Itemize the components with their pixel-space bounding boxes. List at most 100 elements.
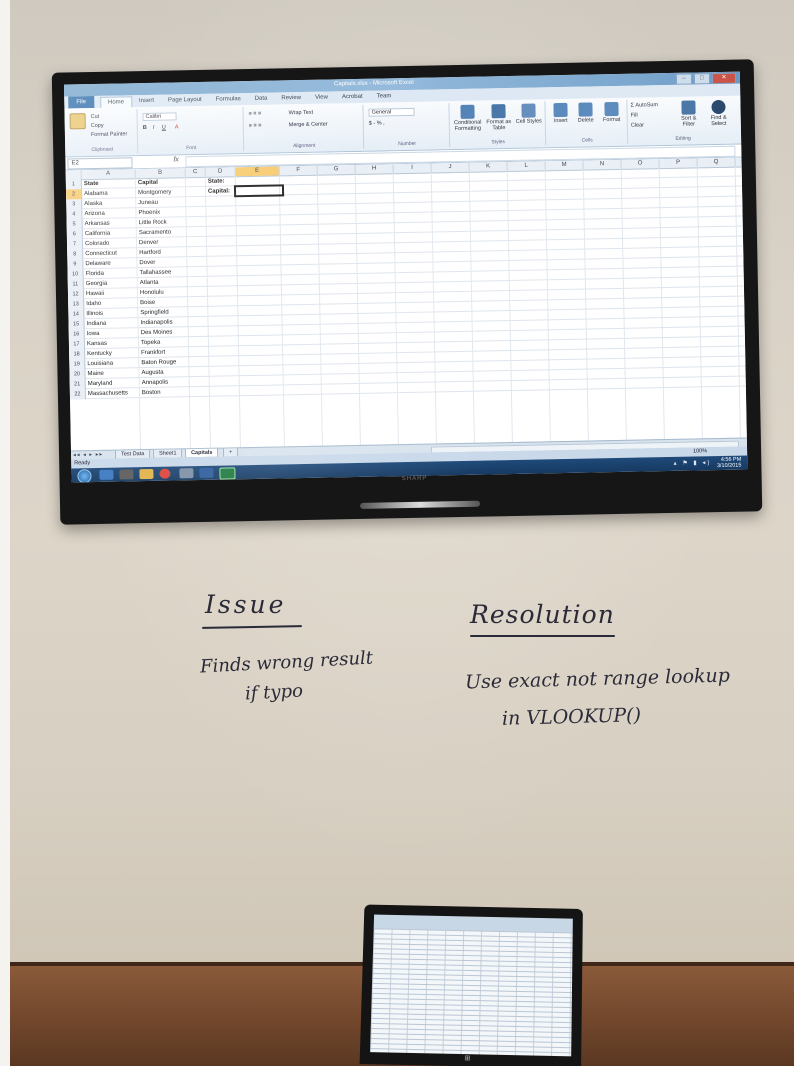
- laptop-screen: [370, 914, 573, 1057]
- format-painter-button[interactable]: Format Painter: [91, 131, 127, 138]
- alignment-group-label: Alignment: [292, 142, 316, 150]
- row-header[interactable]: 2: [65, 189, 83, 200]
- cell-styles-button[interactable]: Cell Styles: [514, 103, 542, 125]
- ribbon-tab-insert[interactable]: Insert: [132, 98, 161, 105]
- format-label: Format: [602, 116, 621, 124]
- paste-icon: [69, 113, 86, 130]
- ribbon-tab-home[interactable]: Home: [99, 95, 133, 108]
- ribbon-tab-review[interactable]: Review: [274, 95, 308, 102]
- ribbon-tab-page-layout[interactable]: Page Layout: [161, 97, 209, 104]
- ribbon-tab-view[interactable]: View: [308, 94, 335, 101]
- copy-button[interactable]: Copy: [91, 123, 104, 129]
- row-header[interactable]: 17: [68, 339, 86, 350]
- explorer-icon[interactable]: [179, 468, 194, 479]
- wrap-text-button[interactable]: Wrap Text: [288, 110, 313, 116]
- folder-icon[interactable]: [139, 468, 154, 480]
- row-header[interactable]: 20: [69, 369, 86, 380]
- row-header[interactable]: 8: [67, 249, 84, 260]
- ribbon-tab-data[interactable]: Data: [248, 96, 275, 103]
- find-select-button[interactable]: Find & Select: [704, 99, 733, 128]
- ribbon-tab-team[interactable]: Team: [370, 93, 399, 100]
- tv-bottom-reflection: [360, 500, 481, 509]
- clock-date: 3/10/2015: [716, 462, 742, 470]
- resolution-underline: [470, 635, 615, 637]
- media-player-icon[interactable]: [119, 469, 134, 480]
- row-header[interactable]: 3: [66, 199, 83, 210]
- number-format-select[interactable]: General: [368, 107, 415, 117]
- close-button[interactable]: ✕: [711, 72, 737, 85]
- system-tray-icons[interactable]: ▴ ⚑ ▮ ◂): [674, 459, 712, 467]
- capital-cell[interactable]: Boston: [140, 387, 190, 398]
- row-header[interactable]: 19: [69, 359, 86, 370]
- delete-cells-button[interactable]: Delete: [573, 102, 597, 124]
- photo-scene: Capitals.xlsx - Microsoft Excel – □ ✕ Fi…: [0, 0, 794, 1066]
- editing-group: Σ AutoSum Fill Clear Sort & Filter Find …: [628, 98, 737, 144]
- ribbon-tab-formulas[interactable]: Formulas: [209, 96, 248, 103]
- row-header[interactable]: 15: [68, 319, 85, 330]
- row-header[interactable]: 11: [67, 279, 84, 290]
- row-header[interactable]: 18: [69, 349, 86, 360]
- font-color-icon[interactable]: A: [175, 124, 179, 130]
- select-all-corner[interactable]: [65, 170, 82, 180]
- insert-icon: [553, 102, 568, 118]
- minimize-button[interactable]: –: [675, 73, 693, 85]
- row-header[interactable]: 6: [66, 229, 83, 240]
- name-box[interactable]: E2: [67, 157, 133, 170]
- fx-icon[interactable]: fx: [173, 156, 179, 163]
- row-header[interactable]: 21: [69, 379, 86, 390]
- italic-button[interactable]: I: [153, 125, 155, 131]
- conditional-formatting-button[interactable]: Conditional Formatting: [452, 104, 483, 133]
- bold-button[interactable]: B: [143, 125, 147, 131]
- worksheet-grid[interactable]: ABCDEFGHIJKLMNOPQ 1 State Capital State: 2 Al…: [65, 157, 747, 451]
- excel-taskbar-icon[interactable]: [219, 467, 236, 480]
- merge-center-button[interactable]: Merge & Center: [289, 121, 328, 128]
- row-header[interactable]: 1: [65, 179, 82, 190]
- clear-button[interactable]: Clear: [631, 122, 644, 128]
- align-icons[interactable]: ≡ ≡ ≡: [248, 111, 261, 117]
- column-header[interactable]: C: [185, 167, 206, 178]
- format-as-table-button[interactable]: Format as Table: [483, 104, 514, 132]
- underline-button[interactable]: U: [162, 125, 166, 131]
- autosum-label: AutoSum: [635, 102, 659, 109]
- insert-label: Insert: [553, 117, 568, 125]
- row-header[interactable]: 22: [69, 389, 86, 400]
- ie-icon[interactable]: [99, 469, 114, 480]
- row-header[interactable]: 12: [67, 289, 85, 300]
- font-group-label: Font: [186, 145, 197, 152]
- zoom-level[interactable]: 100%: [693, 448, 707, 454]
- row-header[interactable]: 4: [66, 209, 83, 220]
- row-header[interactable]: 7: [66, 239, 84, 250]
- paste-button[interactable]: [69, 113, 87, 130]
- cell-styles-label: Cell Styles: [515, 118, 542, 125]
- row-header[interactable]: 9: [67, 259, 84, 270]
- styles-group: Conditional Formatting Format as Table C…: [450, 101, 547, 148]
- insert-cells-button[interactable]: Insert: [548, 102, 572, 125]
- row-header[interactable]: 13: [68, 299, 85, 310]
- ribbon-tab-file[interactable]: File: [68, 95, 95, 109]
- active-cell-e2[interactable]: [233, 184, 285, 198]
- row-header[interactable]: 5: [66, 219, 83, 230]
- start-button[interactable]: [77, 469, 92, 483]
- cut-button[interactable]: Cut: [91, 114, 100, 120]
- sheet-nav-arrows[interactable]: ◂◂ ◂ ▸ ▸▸: [73, 452, 103, 459]
- windows-logo-icon: ⊞: [464, 1055, 471, 1063]
- lync-icon[interactable]: [199, 467, 214, 479]
- number-format-buttons[interactable]: $ - % ,: [369, 120, 385, 126]
- row-header[interactable]: 16: [68, 329, 85, 340]
- font-name-select[interactable]: Calibri: [142, 112, 177, 122]
- ribbon-tab-acrobat[interactable]: Acrobat: [335, 94, 370, 101]
- maximize-button[interactable]: □: [693, 73, 711, 85]
- row-header[interactable]: 14: [68, 309, 85, 320]
- chrome-icon[interactable]: [159, 468, 171, 479]
- fill-button[interactable]: Fill: [631, 113, 638, 119]
- autosum-button[interactable]: Σ AutoSum: [630, 102, 658, 109]
- taskbar-clock[interactable]: 4:56 PM 3/10/2015: [717, 457, 742, 470]
- status-text: Ready: [74, 460, 91, 467]
- align-bottom-icons[interactable]: ≡ ≡ ≡: [249, 123, 262, 129]
- row-header[interactable]: 10: [67, 269, 84, 280]
- number-group-label: Number: [398, 140, 417, 148]
- clipboard-group-label: Clipboard: [91, 146, 113, 154]
- sort-filter-button[interactable]: Sort & Filter: [674, 100, 703, 128]
- format-cells-button[interactable]: Format: [598, 101, 624, 124]
- state-cell[interactable]: Massachusetts: [86, 388, 140, 399]
